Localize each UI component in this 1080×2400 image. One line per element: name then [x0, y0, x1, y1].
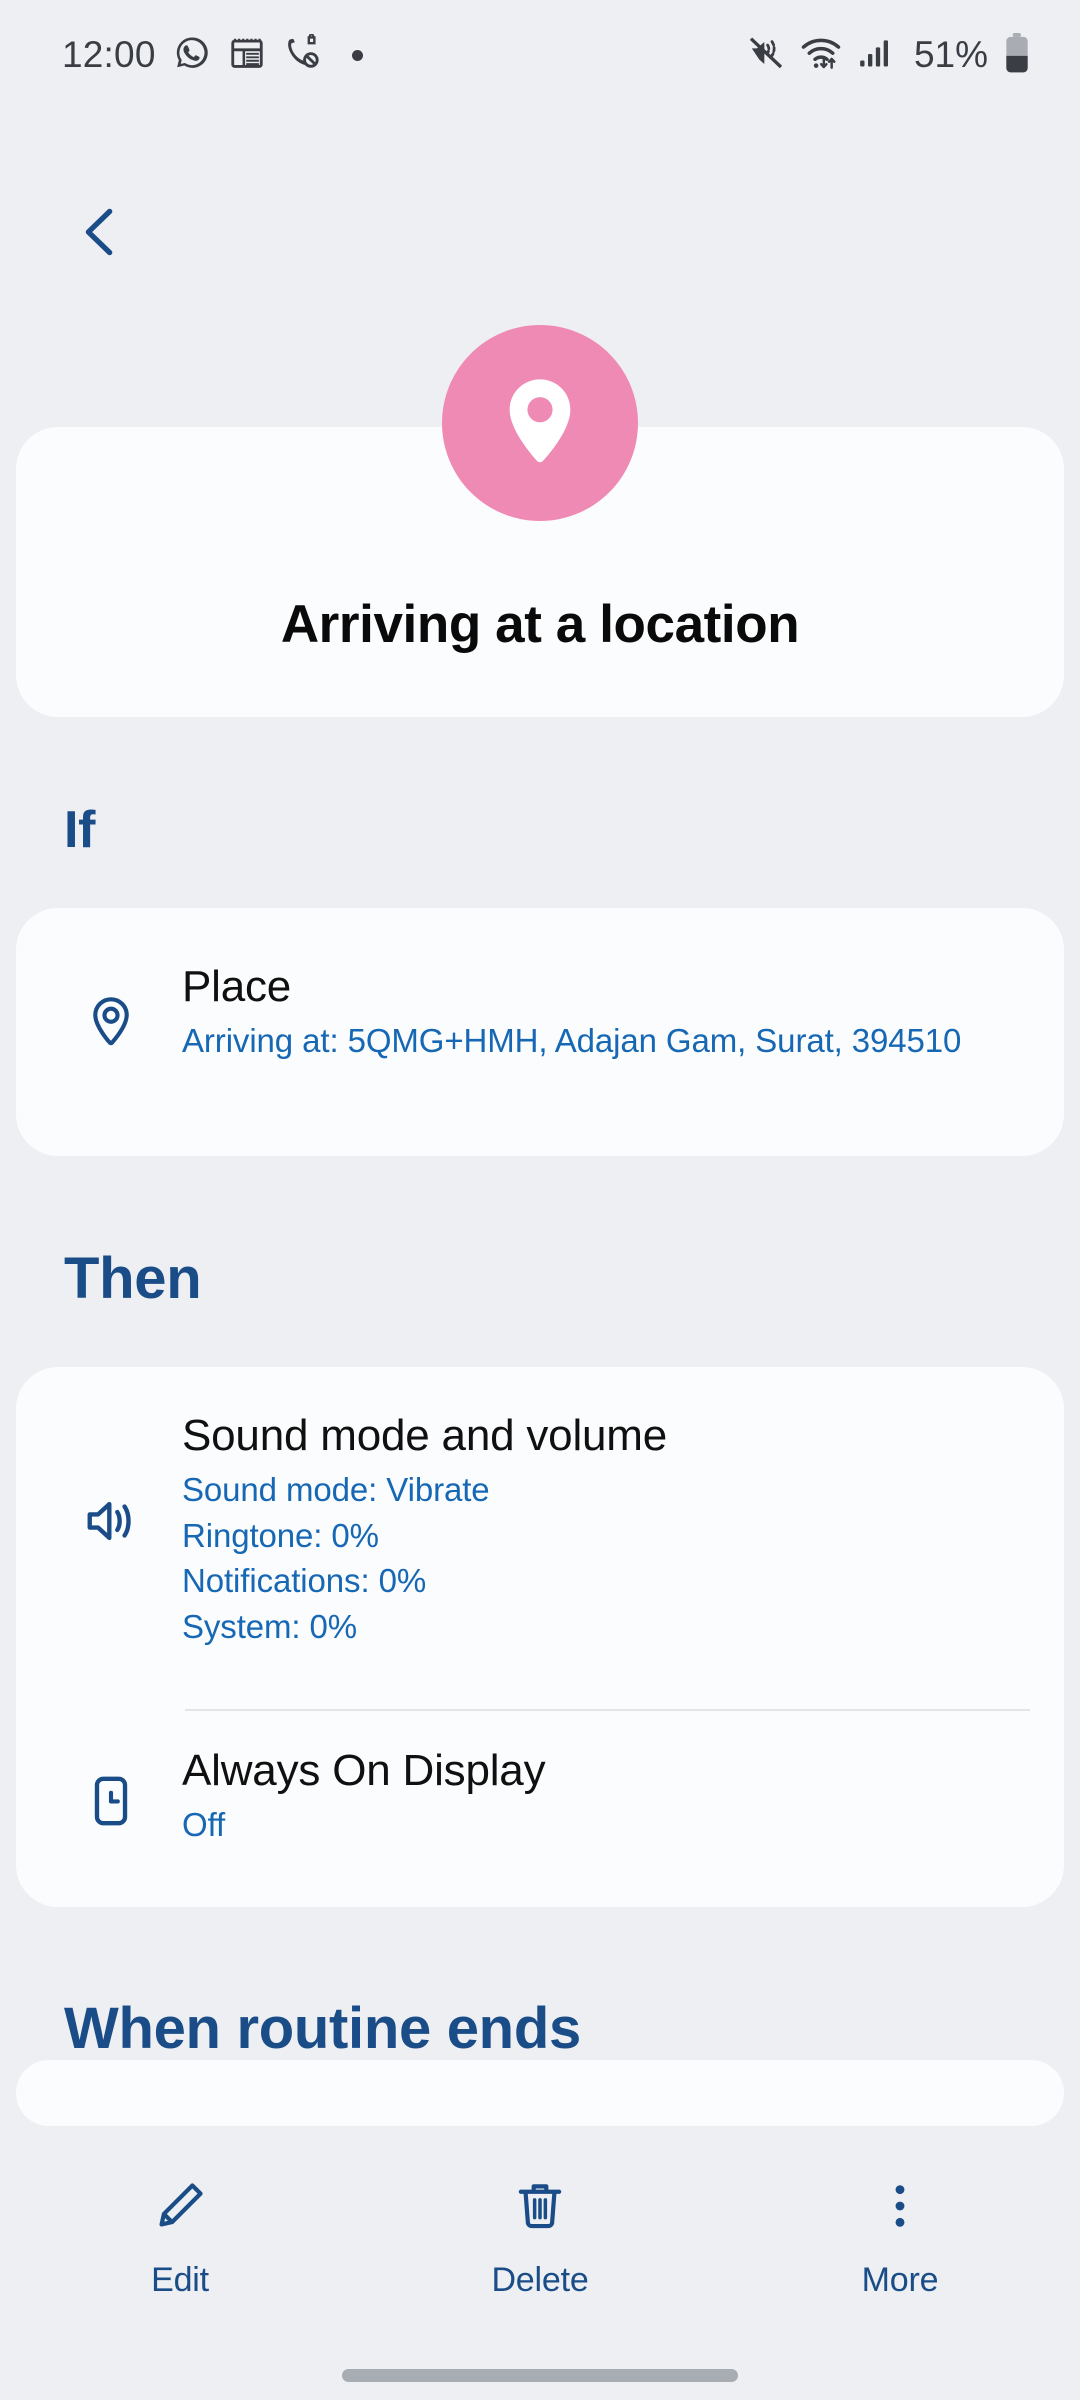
then-card-divider: [185, 1709, 1030, 1711]
status-bar: 12:00 51%: [0, 0, 1080, 110]
then-row-sound-details: Sound mode: Vibrate Ringtone: 0% Notific…: [182, 1468, 1010, 1650]
edit-button[interactable]: Edit: [60, 2178, 300, 2300]
if-row-body: Place Arriving at: 5QMG+HMH, Adajan Gam,…: [168, 960, 1010, 1063]
notepad-icon: [228, 34, 266, 77]
delete-button-label: Delete: [491, 2261, 589, 2299]
chevron-left-icon: [71, 203, 129, 266]
routine-avatar: [442, 325, 638, 521]
bottom-action-bar: Edit Delete More: [0, 2140, 1080, 2400]
if-row-place[interactable]: Place Arriving at: 5QMG+HMH, Adajan Gam,…: [16, 908, 1064, 1080]
then-row-sound-title: Sound mode and volume: [182, 1411, 668, 1460]
location-pin-icon: [488, 369, 592, 478]
more-button-label: More: [861, 2261, 939, 2299]
then-row-always-on-display[interactable]: Always On Display Off: [16, 1744, 1064, 1854]
battery-percent-label: 51%: [913, 34, 988, 75]
battery-icon: [1002, 32, 1032, 79]
back-button[interactable]: [52, 186, 148, 282]
status-bar-left: 12:00: [62, 33, 363, 77]
then-row-aod-subtitle: Off: [182, 1805, 226, 1843]
vibrate-icon: [746, 33, 786, 78]
section-heading-then: Then: [64, 1246, 202, 1311]
more-vertical-icon: [872, 2178, 928, 2239]
phone-screen: 12:00 51% Arriving at a location If Plac…: [0, 0, 1080, 2400]
sound-detail-line: Ringtone: 0%: [182, 1516, 379, 1554]
pencil-icon: [152, 2178, 208, 2239]
trash-icon: [512, 2178, 568, 2239]
more-button[interactable]: More: [780, 2178, 1020, 2300]
section-heading-if: If: [64, 801, 96, 859]
always-on-display-icon: [82, 1744, 168, 1854]
edit-button-label: Edit: [151, 2261, 209, 2299]
if-card: Place Arriving at: 5QMG+HMH, Adajan Gam,…: [16, 908, 1064, 1156]
gesture-bar[interactable]: [342, 2369, 738, 2382]
section-heading-when-routine-ends: When routine ends: [64, 1996, 581, 2061]
sound-detail-line: Sound mode: Vibrate: [182, 1470, 490, 1508]
sound-detail-line: System: 0%: [182, 1608, 358, 1646]
sound-detail-line: Notifications: 0%: [182, 1562, 427, 1600]
then-card: Sound mode and volume Sound mode: Vibrat…: [16, 1367, 1064, 1907]
wifi-icon: [800, 32, 842, 79]
if-row-subtitle: Arriving at: 5QMG+HMH, Adajan Gam, Surat…: [182, 1021, 962, 1059]
status-bar-clock: 12:00: [62, 34, 156, 75]
then-row-sound-body: Sound mode and volume Sound mode: Vibrat…: [168, 1409, 1010, 1649]
then-row-aod-title: Always On Display: [182, 1746, 546, 1795]
page-title: Arriving at a location: [280, 595, 800, 654]
status-bar-right: 51%: [746, 32, 1032, 79]
when-routine-ends-card[interactable]: [16, 2060, 1064, 2126]
then-row-aod-body: Always On Display Off: [168, 1744, 1010, 1847]
delete-button[interactable]: Delete: [420, 2178, 660, 2300]
then-row-sound-mode[interactable]: Sound mode and volume Sound mode: Vibrat…: [16, 1367, 1064, 1649]
speaker-volume-icon: [82, 1409, 168, 1629]
signal-icon: [856, 33, 896, 78]
more-dot-icon: [351, 49, 363, 61]
call-blocked-icon: [283, 33, 321, 77]
location-pin-outline-icon: [82, 960, 168, 1080]
if-row-title: Place: [182, 962, 292, 1011]
whatsapp-icon: [173, 34, 211, 77]
